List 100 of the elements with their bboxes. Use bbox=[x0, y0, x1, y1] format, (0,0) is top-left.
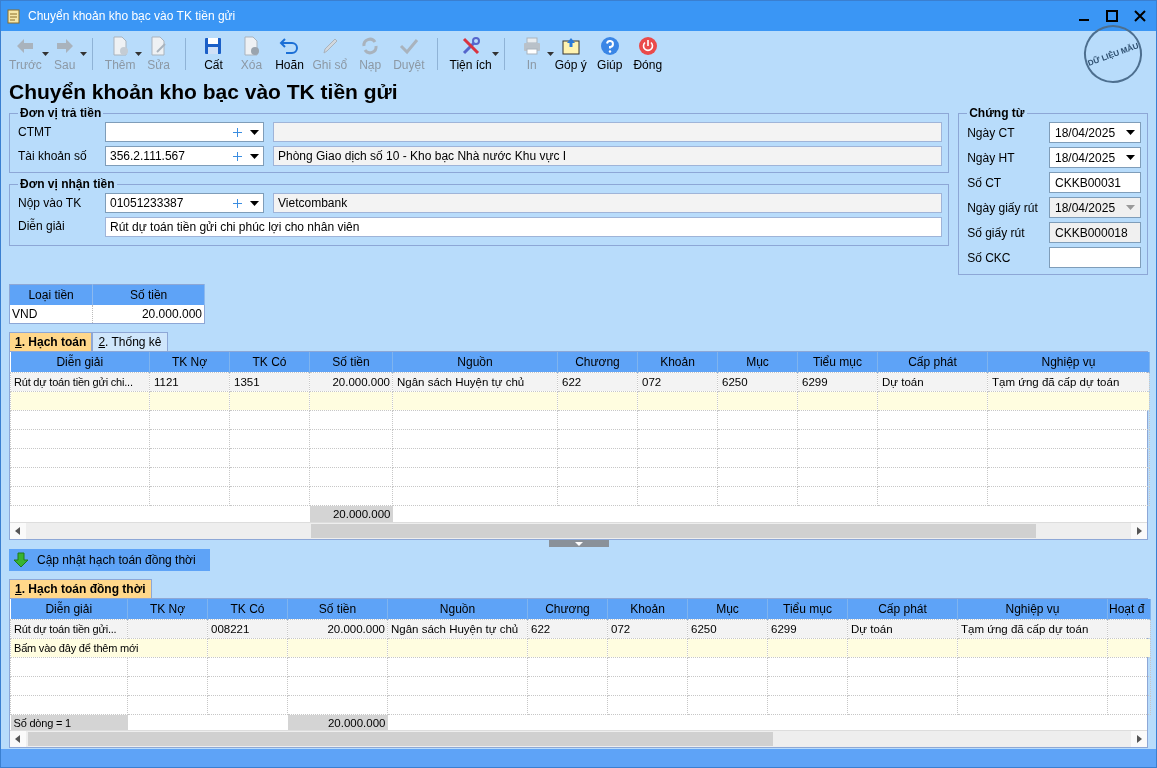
column-header: Cấp phát bbox=[877, 352, 988, 373]
table-cell: 6299 bbox=[797, 372, 878, 392]
close-icon[interactable] bbox=[1134, 10, 1146, 22]
date-picker[interactable]: 18/04/2025 bbox=[1049, 122, 1141, 143]
date-picker[interactable]: 18/04/2025 bbox=[1049, 147, 1141, 168]
page-title: Chuyển khoản kho bạc vào TK tiền gửi bbox=[9, 80, 399, 104]
combo-box[interactable]: 01051233387 bbox=[105, 193, 264, 213]
column-header: TK Nợ bbox=[149, 352, 230, 373]
description-field[interactable]: Rút dự toán tiền gửi chi phúc lợi cho nhân viên bbox=[105, 217, 943, 237]
column-header: Số tiền bbox=[287, 599, 388, 620]
toolbar-button[interactable]: Đóng bbox=[628, 34, 667, 73]
name-field: Vietcombank bbox=[273, 193, 943, 213]
column-header: Diễn giải bbox=[10, 352, 150, 373]
update-button[interactable]: Cập nhật hạch toán đồng thời bbox=[9, 549, 210, 571]
column-header: Nguồn bbox=[392, 352, 558, 373]
table-cell: Dự toán bbox=[877, 372, 988, 392]
tab[interactable]: 2. Thống kê bbox=[92, 332, 168, 351]
close-icon bbox=[636, 35, 659, 57]
column-header: Mục bbox=[717, 352, 798, 373]
field-label: Tài khoản số bbox=[18, 149, 88, 163]
horizontal-scrollbar[interactable] bbox=[10, 522, 1147, 539]
field-label: Nộp vào TK bbox=[18, 196, 83, 210]
scroll-right-icon[interactable] bbox=[1131, 523, 1147, 539]
maximize-icon[interactable] bbox=[1106, 10, 1118, 22]
scroll-left-icon[interactable] bbox=[10, 523, 26, 539]
tab[interactable]: 1. Hạch toán bbox=[9, 332, 93, 351]
table-cell: Ngân sách Huyện tự chủ bbox=[387, 619, 528, 639]
field-label: Số giấy rút bbox=[967, 225, 1025, 240]
column-header: Chương bbox=[557, 352, 638, 373]
input-field[interactable] bbox=[1049, 247, 1141, 268]
new-row-hint[interactable]: Bấm vào đây để thêm mới bbox=[10, 638, 208, 658]
tab[interactable]: 1. Hạch toán đồng thời bbox=[9, 579, 152, 598]
table-cell: 1121 bbox=[149, 372, 230, 392]
column-header: TK Có bbox=[229, 352, 310, 373]
column-header: Nghiệp vụ bbox=[957, 599, 1108, 620]
column-header: Số tiền bbox=[309, 352, 393, 373]
column-header: Cấp phát bbox=[847, 599, 958, 620]
combo-box[interactable]: 356.2.111.567 bbox=[105, 146, 264, 166]
plus-icon[interactable] bbox=[233, 198, 242, 208]
dropdown-arrow-icon[interactable] bbox=[250, 153, 259, 159]
field-label: Diễn giải bbox=[18, 217, 66, 233]
column-header: Khoản bbox=[637, 352, 718, 373]
field-label: Số CKC bbox=[967, 250, 1011, 265]
table-cell: 072 bbox=[607, 619, 688, 639]
table-cell: Rút dự toán tiền gửi... bbox=[10, 619, 128, 639]
scroll-left-icon[interactable] bbox=[10, 731, 26, 747]
table-cell: 6250 bbox=[717, 372, 798, 392]
plus-icon[interactable] bbox=[233, 127, 242, 137]
table-cell: 072 bbox=[637, 372, 718, 392]
table-cell: Ngân sách Huyện tự chủ bbox=[392, 372, 558, 392]
toolbar-button[interactable]: Giúp bbox=[590, 34, 629, 73]
table-cell: Dự toán bbox=[847, 619, 958, 639]
group-title: Đơn vị nhận tiền bbox=[19, 177, 116, 191]
document-icon bbox=[6, 8, 22, 24]
table-cell: 008221 bbox=[207, 619, 288, 639]
field-label: Số CT bbox=[967, 175, 1002, 190]
scroll-right-icon[interactable] bbox=[1131, 731, 1147, 747]
table-cell: Tạm ứng đã cấp dự toán bbox=[987, 372, 1150, 392]
column-header: Nguồn bbox=[387, 599, 528, 620]
column-header: Nghiệp vụ bbox=[987, 352, 1150, 373]
toolbar-button[interactable]: Tiện ích bbox=[445, 34, 496, 73]
column-header: Số tiền bbox=[92, 284, 205, 305]
column-header: Chương bbox=[527, 599, 608, 620]
field-label: Ngày CT bbox=[967, 125, 1015, 140]
column-header: Tiểu mục bbox=[797, 352, 878, 373]
column-header: TK Có bbox=[207, 599, 288, 620]
table-cell: Tạm ứng đã cấp dự toán bbox=[957, 619, 1108, 639]
table-cell: 20.000.000 bbox=[309, 372, 393, 392]
table-cell: 622 bbox=[557, 372, 638, 392]
input-field[interactable]: CKKB00031 bbox=[1049, 172, 1141, 193]
undo-icon bbox=[278, 35, 301, 57]
splitter-handle[interactable] bbox=[548, 540, 609, 547]
table-cell: 1351 bbox=[229, 372, 310, 392]
toolbar-button[interactable]: Góp ý bbox=[550, 34, 591, 73]
down-arrow-icon bbox=[13, 552, 29, 568]
table-cell: 6299 bbox=[767, 619, 848, 639]
row-count: Số dòng = 1 bbox=[10, 714, 128, 730]
plus-icon[interactable] bbox=[233, 151, 242, 161]
dropdown-arrow-icon[interactable] bbox=[250, 200, 259, 206]
group-title: Chứng từ bbox=[968, 106, 1026, 120]
dropdown-arrow-icon[interactable] bbox=[250, 129, 259, 135]
table-cell: Rút dự toán tiền gửi chi... bbox=[10, 372, 150, 392]
table-cell: 6250 bbox=[687, 619, 768, 639]
field-label: CTMT bbox=[18, 125, 53, 139]
toolbar-button[interactable]: Hoãn bbox=[270, 34, 309, 73]
column-header: Khoản bbox=[607, 599, 688, 620]
column-header: Hoạt đ bbox=[1107, 599, 1151, 620]
table-cell: 20.000.000 bbox=[287, 619, 388, 639]
help-icon bbox=[598, 35, 621, 57]
name-field: Phòng Giao dịch số 10 - Kho bạc Nhà nước Khu vực I bbox=[273, 146, 943, 166]
dropdown-arrow-icon[interactable] bbox=[1126, 130, 1135, 135]
dropdown-arrow-icon[interactable] bbox=[1126, 155, 1135, 160]
column-header: Diễn giải bbox=[10, 599, 128, 620]
horizontal-scrollbar[interactable] bbox=[10, 730, 1147, 747]
table-cell: 20.000.000 bbox=[92, 305, 205, 324]
window-title: Chuyển khoản kho bạc vào TK tiền gửi bbox=[28, 9, 236, 23]
group-title: Đơn vị trả tiền bbox=[19, 106, 103, 120]
column-header: Mục bbox=[687, 599, 768, 620]
toolbar-button[interactable]: Cất bbox=[194, 34, 233, 73]
table-cell: VND bbox=[9, 305, 93, 324]
